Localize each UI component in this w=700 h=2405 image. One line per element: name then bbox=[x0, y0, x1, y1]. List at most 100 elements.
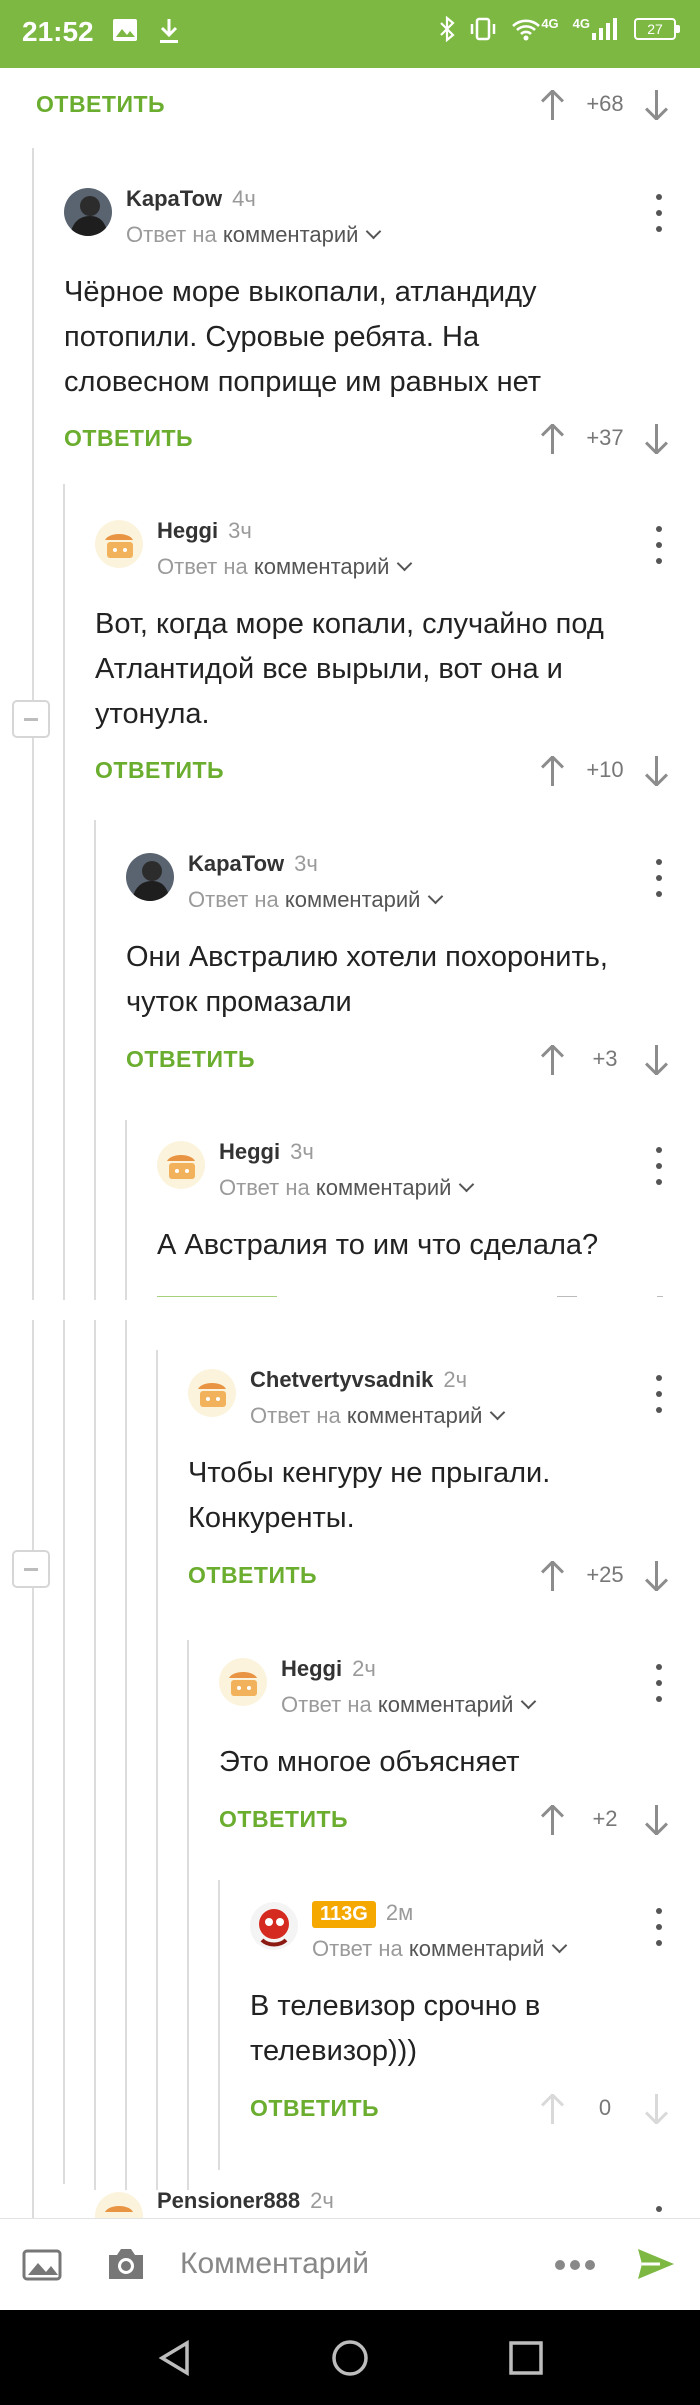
thread-line-3 bbox=[94, 820, 96, 2190]
comment: Heggi 3ч Ответ на комментарий А Австралия… bbox=[157, 1139, 687, 1301]
comment-age: 3ч bbox=[228, 518, 252, 543]
comment-age: 2ч bbox=[352, 1656, 376, 1681]
comment-author[interactable]: Chetvertyvsadnik 2ч bbox=[250, 1367, 467, 1393]
comment-author[interactable]: KapaTow 4ч bbox=[126, 186, 256, 212]
home-icon[interactable] bbox=[331, 2339, 369, 2377]
vote-bar: +37 bbox=[538, 418, 672, 458]
back-icon[interactable] bbox=[157, 2340, 191, 2376]
signal-icon bbox=[592, 18, 617, 40]
reply-button[interactable]: ОТВЕТИТЬ bbox=[250, 2095, 379, 2122]
more-options-icon[interactable] bbox=[644, 194, 674, 232]
upvote-arrow-icon[interactable] bbox=[538, 1801, 568, 1837]
reply-button[interactable]: ОТВЕТИТЬ bbox=[126, 1046, 255, 1073]
downvote-arrow-icon[interactable] bbox=[642, 1041, 672, 1077]
downvote-arrow-icon[interactable] bbox=[642, 420, 672, 456]
reply-to-link[interactable]: Ответ на комментарий bbox=[219, 1175, 475, 1201]
upvote-arrow-icon[interactable] bbox=[538, 420, 568, 456]
score: 0 bbox=[598, 2095, 612, 2120]
reply-to-link[interactable]: Ответ на комментарий bbox=[157, 554, 413, 580]
more-options-icon[interactable] bbox=[644, 1375, 674, 1413]
avatar[interactable] bbox=[95, 520, 143, 568]
reply-to-link[interactable]: Ответ на комментарий bbox=[281, 1692, 537, 1718]
recents-icon[interactable] bbox=[508, 2340, 544, 2376]
chevron-down-icon bbox=[428, 888, 444, 905]
reply-to-link[interactable]: Ответ на комментарий bbox=[250, 1403, 506, 1429]
camera-icon[interactable] bbox=[106, 2245, 146, 2281]
avatar[interactable] bbox=[157, 1141, 205, 1189]
thread-line-6 bbox=[187, 1640, 189, 2190]
image-attach-icon[interactable] bbox=[22, 2249, 62, 2281]
vote-bar: +2 bbox=[538, 1799, 672, 1839]
upvote-arrow-icon[interactable] bbox=[538, 1041, 568, 1077]
reply-button-top[interactable]: ОТВЕТИТЬ bbox=[36, 91, 165, 118]
score: +10 bbox=[586, 757, 624, 782]
thread-line-2 bbox=[63, 484, 65, 2184]
reply-button[interactable]: ОТВЕТИТЬ bbox=[219, 1806, 348, 1833]
send-icon[interactable] bbox=[636, 2247, 676, 2281]
comment-author[interactable]: Heggi 3ч bbox=[157, 518, 252, 544]
comment-author[interactable]: Heggi 3ч bbox=[219, 1139, 314, 1165]
reply-to-link[interactable]: Ответ на комментарий bbox=[312, 1936, 568, 1962]
vote-bar: +25 bbox=[538, 1555, 672, 1595]
comment-author[interactable]: 113G 2м bbox=[312, 1900, 413, 1928]
comment-text: А Австралия то им что сделала? bbox=[157, 1229, 599, 1261]
more-options-icon[interactable] bbox=[644, 859, 674, 897]
upvote-arrow-icon[interactable] bbox=[538, 1557, 568, 1593]
status-time: 21:52 bbox=[22, 16, 94, 47]
downvote-arrow-icon[interactable] bbox=[642, 2090, 672, 2126]
avatar[interactable] bbox=[188, 1369, 236, 1417]
more-options-icon[interactable] bbox=[644, 1664, 674, 1702]
status-bar: 21:52 4G 4G 27 bbox=[0, 0, 700, 68]
avatar[interactable] bbox=[126, 853, 174, 901]
collapse-thread-button[interactable] bbox=[12, 1550, 50, 1588]
avatar[interactable] bbox=[64, 188, 112, 236]
upvote-arrow-icon[interactable] bbox=[538, 86, 568, 122]
reply-button[interactable]: ОТВЕТИТЬ bbox=[188, 1562, 317, 1589]
vote-bar: 0 bbox=[538, 2088, 672, 2128]
downvote-arrow-icon[interactable] bbox=[642, 86, 672, 122]
reply-button[interactable]: ОТВЕТИТЬ bbox=[64, 425, 193, 452]
collapse-thread-button[interactable] bbox=[12, 700, 50, 738]
comment-age: 2ч bbox=[310, 2188, 334, 2213]
status-icons: 4G 4G 27 bbox=[439, 16, 680, 42]
cutoff-footer bbox=[157, 1296, 697, 1302]
upvote-arrow-icon[interactable] bbox=[538, 2090, 568, 2126]
more-horizontal-icon[interactable] bbox=[554, 2259, 596, 2271]
comment-text: Чёрное море выкопали, атландиду потопили.… bbox=[64, 276, 542, 398]
comment-author[interactable]: KapaTow 3ч bbox=[188, 851, 318, 877]
more-options-icon[interactable] bbox=[644, 526, 674, 564]
comment-author[interactable]: Heggi 2ч bbox=[281, 1656, 376, 1682]
comment: Pensioner888 2ч bbox=[95, 2188, 685, 2218]
cutoff-mask bbox=[0, 1300, 700, 1320]
reply-to-link[interactable]: Ответ на комментарий bbox=[188, 887, 444, 913]
vibrate-icon bbox=[471, 17, 496, 41]
comment-age: 4ч bbox=[232, 186, 256, 211]
reply-to-link[interactable]: Ответ на комментарий bbox=[126, 222, 382, 248]
thread-line-4 bbox=[125, 1120, 127, 2190]
chevron-down-icon bbox=[521, 1693, 537, 1710]
network-label-2: 4G bbox=[572, 16, 590, 31]
avatar[interactable] bbox=[95, 2192, 143, 2218]
vote-bar-top: +68 bbox=[538, 84, 672, 124]
more-options-icon[interactable] bbox=[644, 1147, 674, 1185]
downvote-arrow-icon[interactable] bbox=[642, 1557, 672, 1593]
upvote-arrow-icon[interactable] bbox=[538, 752, 568, 788]
gallery-icon bbox=[113, 19, 137, 41]
system-navigation-bar bbox=[0, 2310, 700, 2405]
reply-button[interactable]: ОТВЕТИТЬ bbox=[95, 757, 224, 784]
more-options-icon[interactable] bbox=[644, 1908, 674, 1946]
thread-line-1 bbox=[32, 148, 34, 2218]
more-options-icon[interactable] bbox=[644, 2206, 674, 2218]
comment-author[interactable]: Pensioner888 2ч bbox=[157, 2188, 334, 2214]
comment-input[interactable]: Комментарий bbox=[180, 2247, 369, 2281]
downvote-arrow-icon[interactable] bbox=[642, 752, 672, 788]
avatar[interactable] bbox=[250, 1902, 298, 1950]
chevron-down-icon bbox=[459, 1176, 475, 1193]
score: +2 bbox=[592, 1806, 618, 1831]
downvote-arrow-icon[interactable] bbox=[642, 1801, 672, 1837]
vote-bar: +10 bbox=[538, 750, 672, 790]
chevron-down-icon bbox=[552, 1937, 568, 1954]
vote-bar: +3 bbox=[538, 1039, 672, 1079]
avatar[interactable] bbox=[219, 1658, 267, 1706]
comment-text: В телевизор срочно в телевизор))) bbox=[250, 1990, 541, 2067]
